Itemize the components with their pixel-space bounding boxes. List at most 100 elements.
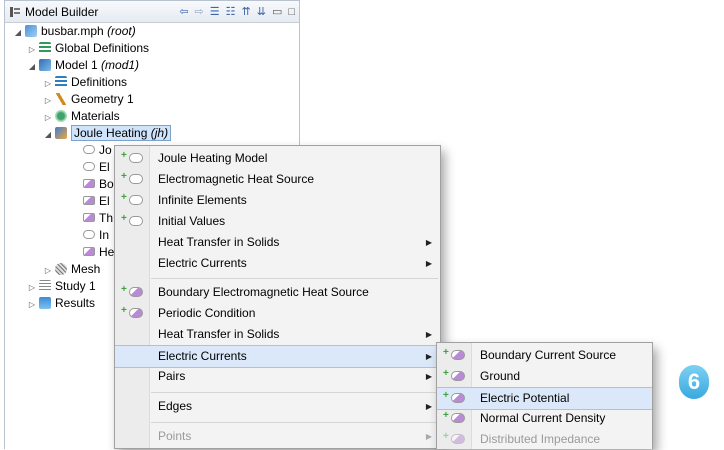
collapse-icon[interactable]: ☷: [226, 5, 236, 18]
domain-node-icon: [83, 145, 95, 155]
geometry-label: Geometry 1: [71, 92, 134, 106]
expand-toggle-icon[interactable]: ▷: [43, 262, 53, 279]
boundary-feature-icon: [451, 413, 465, 423]
tree-node-definitions[interactable]: ▷ Definitions: [5, 74, 299, 91]
model-tree-icon: [9, 6, 21, 18]
submenu-arrow-icon: ▶: [425, 259, 432, 268]
menu-item-electric-potential[interactable]: + Electric Potential: [437, 387, 652, 410]
tree-node-root[interactable]: ◢ busbar.mph (root): [5, 23, 299, 40]
submenu-arrow-icon: ▶: [425, 402, 432, 411]
boundary-node-icon: [83, 247, 95, 257]
menu-item-boundary-current-source[interactable]: + Boundary Current Source: [437, 345, 652, 366]
joule-heating-label: Joule Heating: [74, 126, 148, 140]
collapse-toggle-icon[interactable]: ◢: [43, 126, 53, 143]
expand-toggle-icon[interactable]: ▷: [27, 279, 37, 296]
collapse-toggle-icon[interactable]: ◢: [13, 24, 23, 41]
add-icon: +: [443, 390, 449, 401]
boundary-feature-icon: [451, 393, 465, 403]
model-icon: [39, 58, 51, 71]
add-icon: +: [121, 305, 127, 316]
mesh-icon: [55, 262, 67, 275]
results-icon: [39, 296, 51, 309]
menu-item-distributed-impedance[interactable]: + Distributed Impedance: [437, 429, 652, 450]
global-definitions-label: Global Definitions: [55, 41, 150, 55]
menu-item-joule-heating-model[interactable]: + Joule Heating Model: [115, 148, 440, 169]
add-icon: +: [443, 368, 449, 379]
maximize-icon[interactable]: □: [288, 6, 295, 18]
definitions-icon: [39, 41, 51, 54]
tree-node-global-definitions[interactable]: ▷ Global Definitions: [5, 40, 299, 57]
boundary-node-icon: [83, 196, 95, 206]
expand-toggle-icon[interactable]: ▷: [43, 75, 53, 92]
panel-title: Model Builder: [25, 4, 99, 19]
materials-label: Materials: [71, 109, 120, 123]
collapse-toggle-icon[interactable]: ◢: [27, 58, 37, 75]
model-label: Model 1: [55, 58, 98, 72]
boundary-feature-icon: [451, 434, 465, 444]
tree-node-joule-heating[interactable]: ◢ Joule Heating (jh): [5, 125, 299, 142]
child-label: El: [99, 194, 110, 208]
menu-item-electromagnetic-heat-source[interactable]: + Electromagnetic Heat Source: [115, 169, 440, 190]
domain-feature-icon: [129, 195, 143, 205]
child-label: Th: [99, 211, 114, 225]
menu-item-normal-current-density[interactable]: + Normal Current Density: [437, 408, 652, 429]
add-icon: +: [443, 347, 449, 358]
expand-toggle-icon[interactable]: ▷: [43, 92, 53, 109]
menu-item-ground[interactable]: + Ground: [437, 366, 652, 387]
joule-heating-icon: [55, 126, 67, 139]
submenu-arrow-icon: ▶: [425, 432, 432, 441]
menu-item-heat-transfer-in-solids-boundary[interactable]: Heat Transfer in Solids ▶: [115, 324, 440, 345]
add-icon: +: [121, 213, 127, 224]
expand-toggle-icon[interactable]: ▷: [27, 41, 37, 58]
menu-item-boundary-electromagnetic-heat-source[interactable]: + Boundary Electromagnetic Heat Source: [115, 282, 440, 303]
root-name: busbar.mph: [41, 24, 104, 38]
definitions-icon: [55, 75, 67, 88]
back-arrow-icon[interactable]: ⇦: [179, 5, 188, 18]
boundary-feature-icon: [129, 287, 143, 297]
panel-titlebar: Model Builder ⇦ ⇨ ☰ ☷ ⇈ ⇊ ▭ □: [5, 1, 299, 23]
submenu-arrow-icon: ▶: [425, 330, 432, 339]
expand-toggle-icon[interactable]: ▷: [43, 109, 53, 126]
child-label: In: [99, 228, 110, 242]
menu-item-electric-currents[interactable]: Electric Currents ▶: [115, 253, 440, 274]
menu-item-edges[interactable]: Edges ▶: [115, 396, 440, 417]
add-icon: +: [121, 171, 127, 182]
study-icon: [39, 279, 51, 292]
menu-item-periodic-condition[interactable]: + Periodic Condition: [115, 303, 440, 324]
expand-icon[interactable]: ☰: [210, 5, 220, 18]
add-icon: +: [121, 192, 127, 203]
root-suffix: (root): [107, 24, 136, 38]
boundary-feature-icon: [451, 371, 465, 381]
file-icon: [25, 24, 37, 37]
joule-heating-selected[interactable]: Joule Heating (jh): [71, 125, 172, 141]
expand-toggle-icon[interactable]: ▷: [27, 296, 37, 313]
boundary-node-icon: [83, 213, 95, 223]
minimize-icon[interactable]: ▭: [272, 5, 282, 18]
mesh-label: Mesh: [71, 262, 101, 276]
sort-down-icon[interactable]: ⇊: [257, 5, 266, 18]
forward-arrow-icon[interactable]: ⇨: [195, 5, 204, 18]
add-icon: +: [443, 431, 449, 442]
domain-node-icon: [83, 230, 95, 240]
geometry-icon: [55, 92, 67, 105]
boundary-feature-icon: [451, 350, 465, 360]
materials-icon: [55, 109, 67, 122]
child-label: Bo: [99, 177, 114, 191]
menu-item-initial-values[interactable]: + Initial Values: [115, 211, 440, 232]
menu-item-heat-transfer-in-solids[interactable]: Heat Transfer in Solids ▶: [115, 232, 440, 253]
menu-separator: [151, 392, 438, 393]
tree-node-geometry[interactable]: ▷ Geometry 1: [5, 91, 299, 108]
menu-item-infinite-elements[interactable]: + Infinite Elements: [115, 190, 440, 211]
menu-item-points: Points ▶: [115, 426, 440, 447]
add-icon: +: [121, 150, 127, 161]
tree-node-materials[interactable]: ▷ Materials: [5, 108, 299, 125]
submenu-arrow-icon: ▶: [425, 352, 432, 361]
tree-node-model[interactable]: ◢ Model 1 (mod1): [5, 57, 299, 74]
submenu-arrow-icon: ▶: [425, 372, 432, 381]
domain-node-icon: [83, 162, 95, 172]
sort-up-icon[interactable]: ⇈: [242, 5, 251, 18]
menu-item-electric-currents-boundary[interactable]: Electric Currents ▶: [115, 345, 440, 368]
panel-toolbar: ⇦ ⇨ ☰ ☷ ⇈ ⇊ ▭ □: [179, 5, 295, 19]
menu-item-pairs[interactable]: Pairs ▶: [115, 366, 440, 387]
study-label: Study 1: [55, 279, 96, 293]
